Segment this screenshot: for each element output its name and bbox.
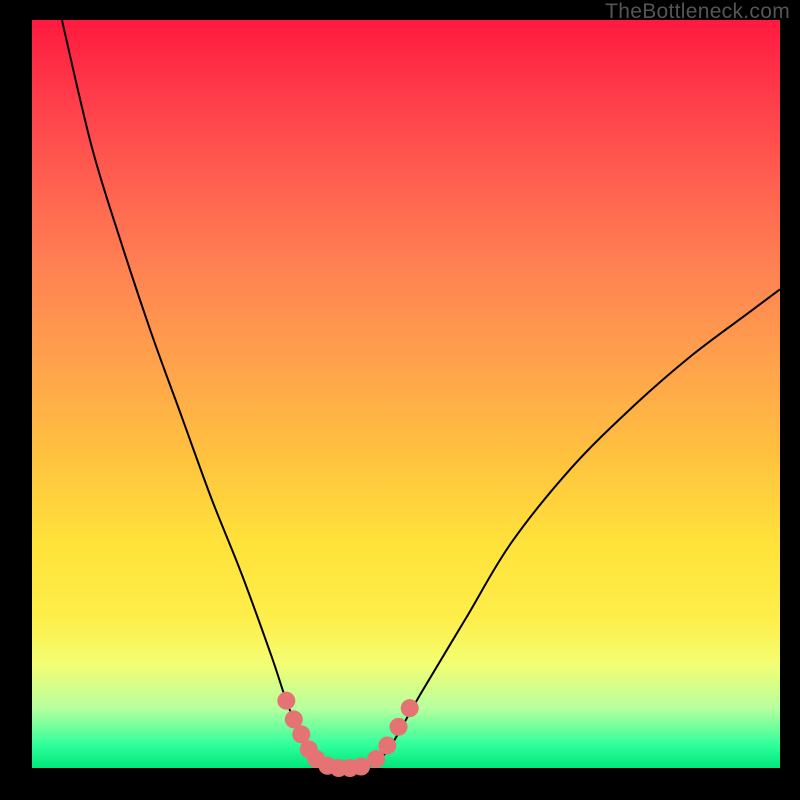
curve-svg xyxy=(32,20,780,768)
bottleneck-curve xyxy=(62,20,780,768)
valley-marker xyxy=(401,699,419,717)
valley-marker xyxy=(390,718,408,736)
watermark-text: TheBottleneck.com xyxy=(605,0,790,24)
plot-area xyxy=(32,20,780,768)
valley-marker xyxy=(277,692,295,710)
valley-marker xyxy=(378,737,396,755)
chart-frame: TheBottleneck.com xyxy=(0,0,800,800)
